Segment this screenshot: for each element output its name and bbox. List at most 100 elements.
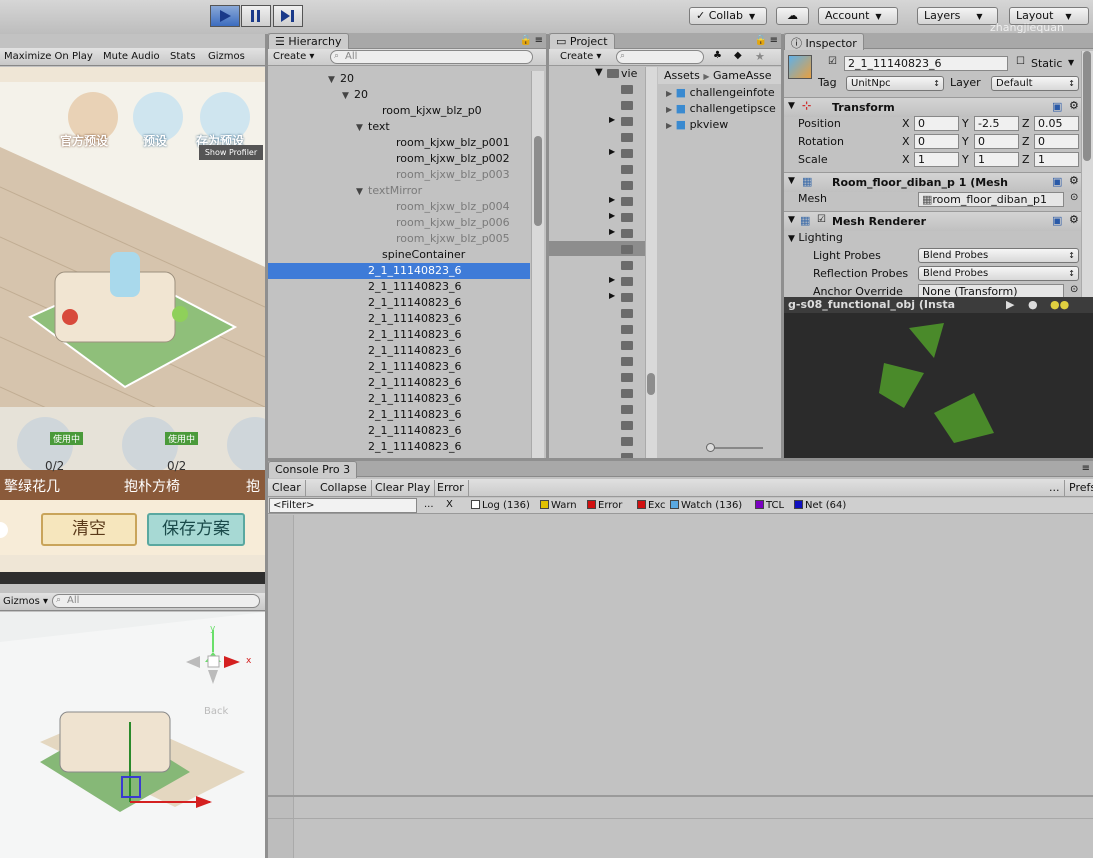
static-checkbox[interactable]: ☐ <box>1016 56 1025 67</box>
hierarchy-row[interactable]: 2_1_11140823_6 <box>268 327 530 343</box>
hierarchy-row[interactable]: room_kjxw_blz_p002 <box>268 151 530 167</box>
folder-icon[interactable] <box>621 357 633 366</box>
hierarchy-row[interactable]: room_kjxw_blz_p006 <box>268 215 530 231</box>
rotation-z-field[interactable]: 0 <box>1034 134 1079 149</box>
hierarchy-scrollbar[interactable] <box>531 71 544 458</box>
inspector-scroll-thumb[interactable] <box>1083 51 1091 161</box>
hierarchy-row[interactable]: room_kjxw_blz_p0 <box>268 103 530 119</box>
icon-size-slider-handle[interactable] <box>706 443 715 452</box>
hierarchy-row[interactable]: 2_1_11140823_6 <box>268 295 530 311</box>
gameobject-icon[interactable] <box>788 55 812 79</box>
hierarchy-row[interactable]: 2_1_11140823_6 <box>268 439 530 455</box>
foldout-icon[interactable]: ▼ <box>356 120 368 136</box>
scale-z-field[interactable]: 1 <box>1034 152 1079 167</box>
filter-by-label-icon[interactable]: ◆ <box>734 50 742 61</box>
foldout-icon[interactable]: ▼ <box>342 88 354 104</box>
position-y-field[interactable]: -2.5 <box>974 116 1019 131</box>
folder-icon[interactable] <box>621 213 633 222</box>
tab-console-pro[interactable]: Console Pro 3 <box>268 461 358 478</box>
console-log-area[interactable] <box>294 515 1093 795</box>
preset-label[interactable]: 预设 <box>143 132 167 149</box>
light-probes-dropdown[interactable]: Blend Probes <box>918 248 1079 263</box>
scene-gizmos-dropdown[interactable]: Gizmos ▾ <box>0 595 51 608</box>
maximize-on-play-button[interactable]: Maximize On Play <box>1 50 96 63</box>
hierarchy-row[interactable]: 2_1_11140823_6 <box>268 407 530 423</box>
panel-menu-icon[interactable]: ≡ <box>535 35 543 46</box>
filter-clear-button[interactable]: X <box>446 499 453 510</box>
cloud-button[interactable]: ☁ <box>776 7 809 25</box>
scale-x-field[interactable]: 1 <box>914 152 959 167</box>
folder-icon[interactable] <box>621 437 633 446</box>
mesh-object-field[interactable]: ▦room_floor_diban_p1 <box>918 192 1064 207</box>
panel-splitter[interactable] <box>268 458 1093 461</box>
hierarchy-row[interactable]: 2_1_11140823_6 <box>268 311 530 327</box>
help-icon[interactable]: ▣ <box>1052 175 1062 188</box>
tag-dropdown[interactable]: UnitNpc <box>846 76 944 91</box>
breadcrumb-item[interactable]: GameAsse <box>713 69 772 82</box>
expand-icon[interactable]: ▶ <box>609 195 615 204</box>
mute-audio-button[interactable]: Mute Audio <box>100 50 163 63</box>
position-z-field[interactable]: 0.05 <box>1034 116 1079 131</box>
mesh-filter-header[interactable]: ▼ ▦ Room_floor_diban_p 1 (Mesh ▣ ⚙ <box>784 172 1093 192</box>
asset-item[interactable]: ▶ ■ challengetipsce <box>666 102 776 115</box>
step-button[interactable] <box>273 5 303 27</box>
layer-dropdown[interactable]: Default <box>991 76 1079 91</box>
preview-light-icon[interactable]: ● <box>1028 298 1038 311</box>
official-preset-label[interactable]: 官方预设 <box>60 132 108 149</box>
play-button[interactable] <box>210 5 240 27</box>
item-name[interactable]: 抱 <box>246 476 260 496</box>
folder-icon[interactable] <box>621 101 633 110</box>
folder-icon[interactable] <box>621 373 633 382</box>
item-name[interactable]: 擎绿花几 <box>4 476 60 496</box>
console-filter-input[interactable]: <Filter> <box>269 498 417 513</box>
tab-hierarchy[interactable]: ☰ Hierarchy <box>268 33 349 50</box>
mesh-renderer-header[interactable]: ▼ ▦ ☑ Mesh Renderer ▣ ⚙ <box>784 211 1093 231</box>
help-icon[interactable]: ▣ <box>1052 100 1062 113</box>
hierarchy-row[interactable]: ▼ textMirror <box>268 183 530 199</box>
folder-icon[interactable] <box>621 181 633 190</box>
hierarchy-row[interactable]: spineContainer <box>268 247 530 263</box>
console-collapse-button[interactable]: Collapse <box>316 480 372 496</box>
hierarchy-row[interactable]: 2_1_11140823_6 <box>268 391 530 407</box>
scale-y-field[interactable]: 1 <box>974 152 1019 167</box>
hierarchy-row[interactable]: 2_1_11140823_6 <box>268 375 530 391</box>
hierarchy-row[interactable]: 2_1_11140823_6 <box>268 423 530 439</box>
preview-play-icon[interactable]: ▶ <box>1006 298 1014 311</box>
folder-icon[interactable] <box>621 261 633 270</box>
tab-project[interactable]: ▭ Project <box>549 33 615 50</box>
gear-icon[interactable]: ⚙ <box>1069 99 1079 112</box>
reflection-probes-dropdown[interactable]: Blend Probes <box>918 266 1079 281</box>
hierarchy-row[interactable]: room_kjxw_blz_p001 <box>268 135 530 151</box>
hierarchy-row[interactable]: room_kjxw_blz_p004 <box>268 199 530 215</box>
folder-icon[interactable] <box>621 117 633 126</box>
console-clear-play-button[interactable]: Clear Play <box>371 480 436 496</box>
folder-icon[interactable] <box>621 421 633 430</box>
folder-tree-scrollbar[interactable] <box>645 67 657 458</box>
folder-icon[interactable] <box>621 197 633 206</box>
preview-viewport[interactable] <box>784 313 1093 458</box>
asset-item[interactable]: ▶ ■ pkview <box>666 118 728 131</box>
hierarchy-row[interactable]: ▼ text <box>268 119 530 135</box>
active-checkbox[interactable]: ☑ <box>828 56 837 67</box>
hierarchy-row[interactable]: room_kjxw_blz_p003 <box>268 167 530 183</box>
scene-view[interactable]: y x Back <box>0 612 265 858</box>
folder-tree-scroll-thumb[interactable] <box>647 373 655 395</box>
console-category-toggle[interactable]: TCL <box>755 500 784 511</box>
folder-icon[interactable] <box>621 229 633 238</box>
collab-button[interactable]: ✓ Collab ▼ <box>689 7 767 25</box>
hierarchy-row[interactable]: 2_1_11140823_6 <box>268 279 530 295</box>
lighting-foldout[interactable]: ▼ Lighting <box>788 231 843 244</box>
object-picker-icon[interactable]: ⊙ <box>1070 284 1078 295</box>
console-error-pause-button[interactable]: Error <box>433 480 469 496</box>
expand-icon[interactable]: ▶ <box>609 275 615 284</box>
hierarchy-row[interactable]: 2_1_11140823_6 <box>268 359 530 375</box>
tree-toggle-icon[interactable]: ▼ <box>595 67 603 78</box>
expand-icon[interactable]: ▶ <box>609 227 615 236</box>
game-view[interactable]: 官方预设 预设 存为预设 Show Profiler 使用中 使用中 0/2 0… <box>0 67 265 572</box>
console-category-toggle[interactable]: Exc <box>637 500 666 511</box>
asset-item[interactable]: ▶ ■ challengeinfote <box>666 86 775 99</box>
item-name[interactable]: 抱朴方椅 <box>124 476 180 496</box>
panel-menu-icon[interactable]: ≡ <box>770 35 778 46</box>
filter-by-type-icon[interactable]: ♣ <box>713 50 722 61</box>
foldout-icon[interactable]: ▼ <box>788 176 795 186</box>
